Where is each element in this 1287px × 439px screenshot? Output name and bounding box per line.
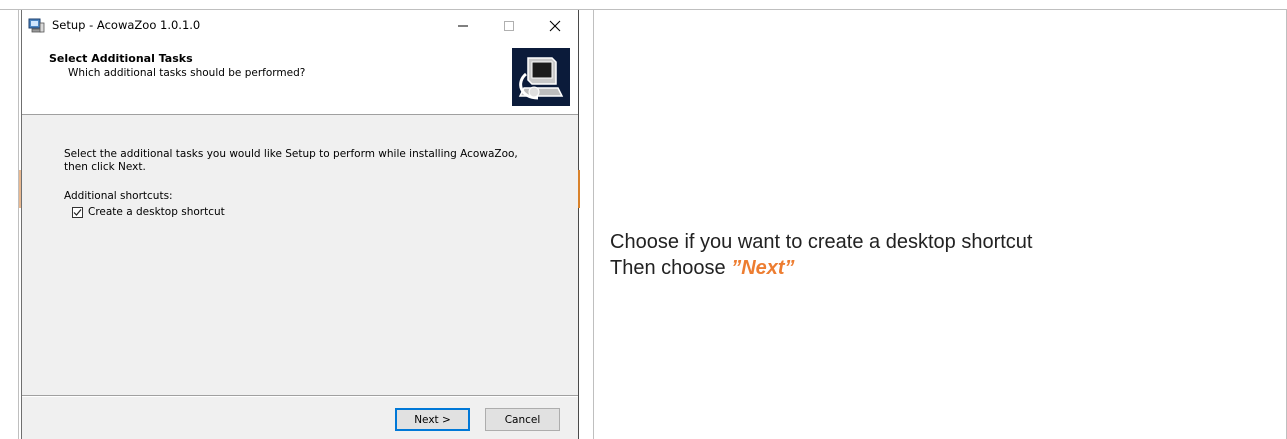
minimize-button[interactable] [440,10,486,41]
setup-window: Setup - AcowaZoo 1.0.1.0 Select Addition… [21,10,579,439]
next-button[interactable]: Next > [395,408,470,431]
maximize-button[interactable] [486,10,532,41]
checkbox-label: Create a desktop shortcut [88,206,225,218]
table-border-left [18,9,19,439]
instruction-emphasis: ”Next” [731,257,795,279]
shortcuts-group-label: Additional shortcuts: [64,190,173,202]
instruction-prefix: Then choose [610,257,732,279]
cancel-button[interactable]: Cancel [485,408,560,431]
page-subtitle: Which additional tasks should be perform… [68,67,306,79]
table-border-middle [593,9,594,439]
bottom-separator-highlight [22,396,578,397]
wizard-header: Select Additional Tasks Which additional… [22,41,578,115]
decorative-edge-right [578,170,580,208]
instruction-line-1: Choose if you want to create a desktop s… [610,231,1033,253]
installer-computer-icon [28,17,45,34]
close-button[interactable] [532,10,578,41]
title-bar[interactable]: Setup - AcowaZoo 1.0.1.0 [22,10,578,41]
desktop-shortcut-checkbox[interactable]: Create a desktop shortcut [72,205,225,219]
computer-install-icon [512,48,570,106]
checkbox-box[interactable] [72,206,83,218]
instructions: Choose if you want to create a desktop s… [610,229,1032,281]
instruction-line-2: Then choose ”Next” [610,255,1032,281]
page-title: Select Additional Tasks [49,52,193,65]
window-title: Setup - AcowaZoo 1.0.1.0 [52,18,201,32]
checkmark-icon [73,208,82,216]
task-description: Select the additional tasks you would li… [64,148,518,173]
